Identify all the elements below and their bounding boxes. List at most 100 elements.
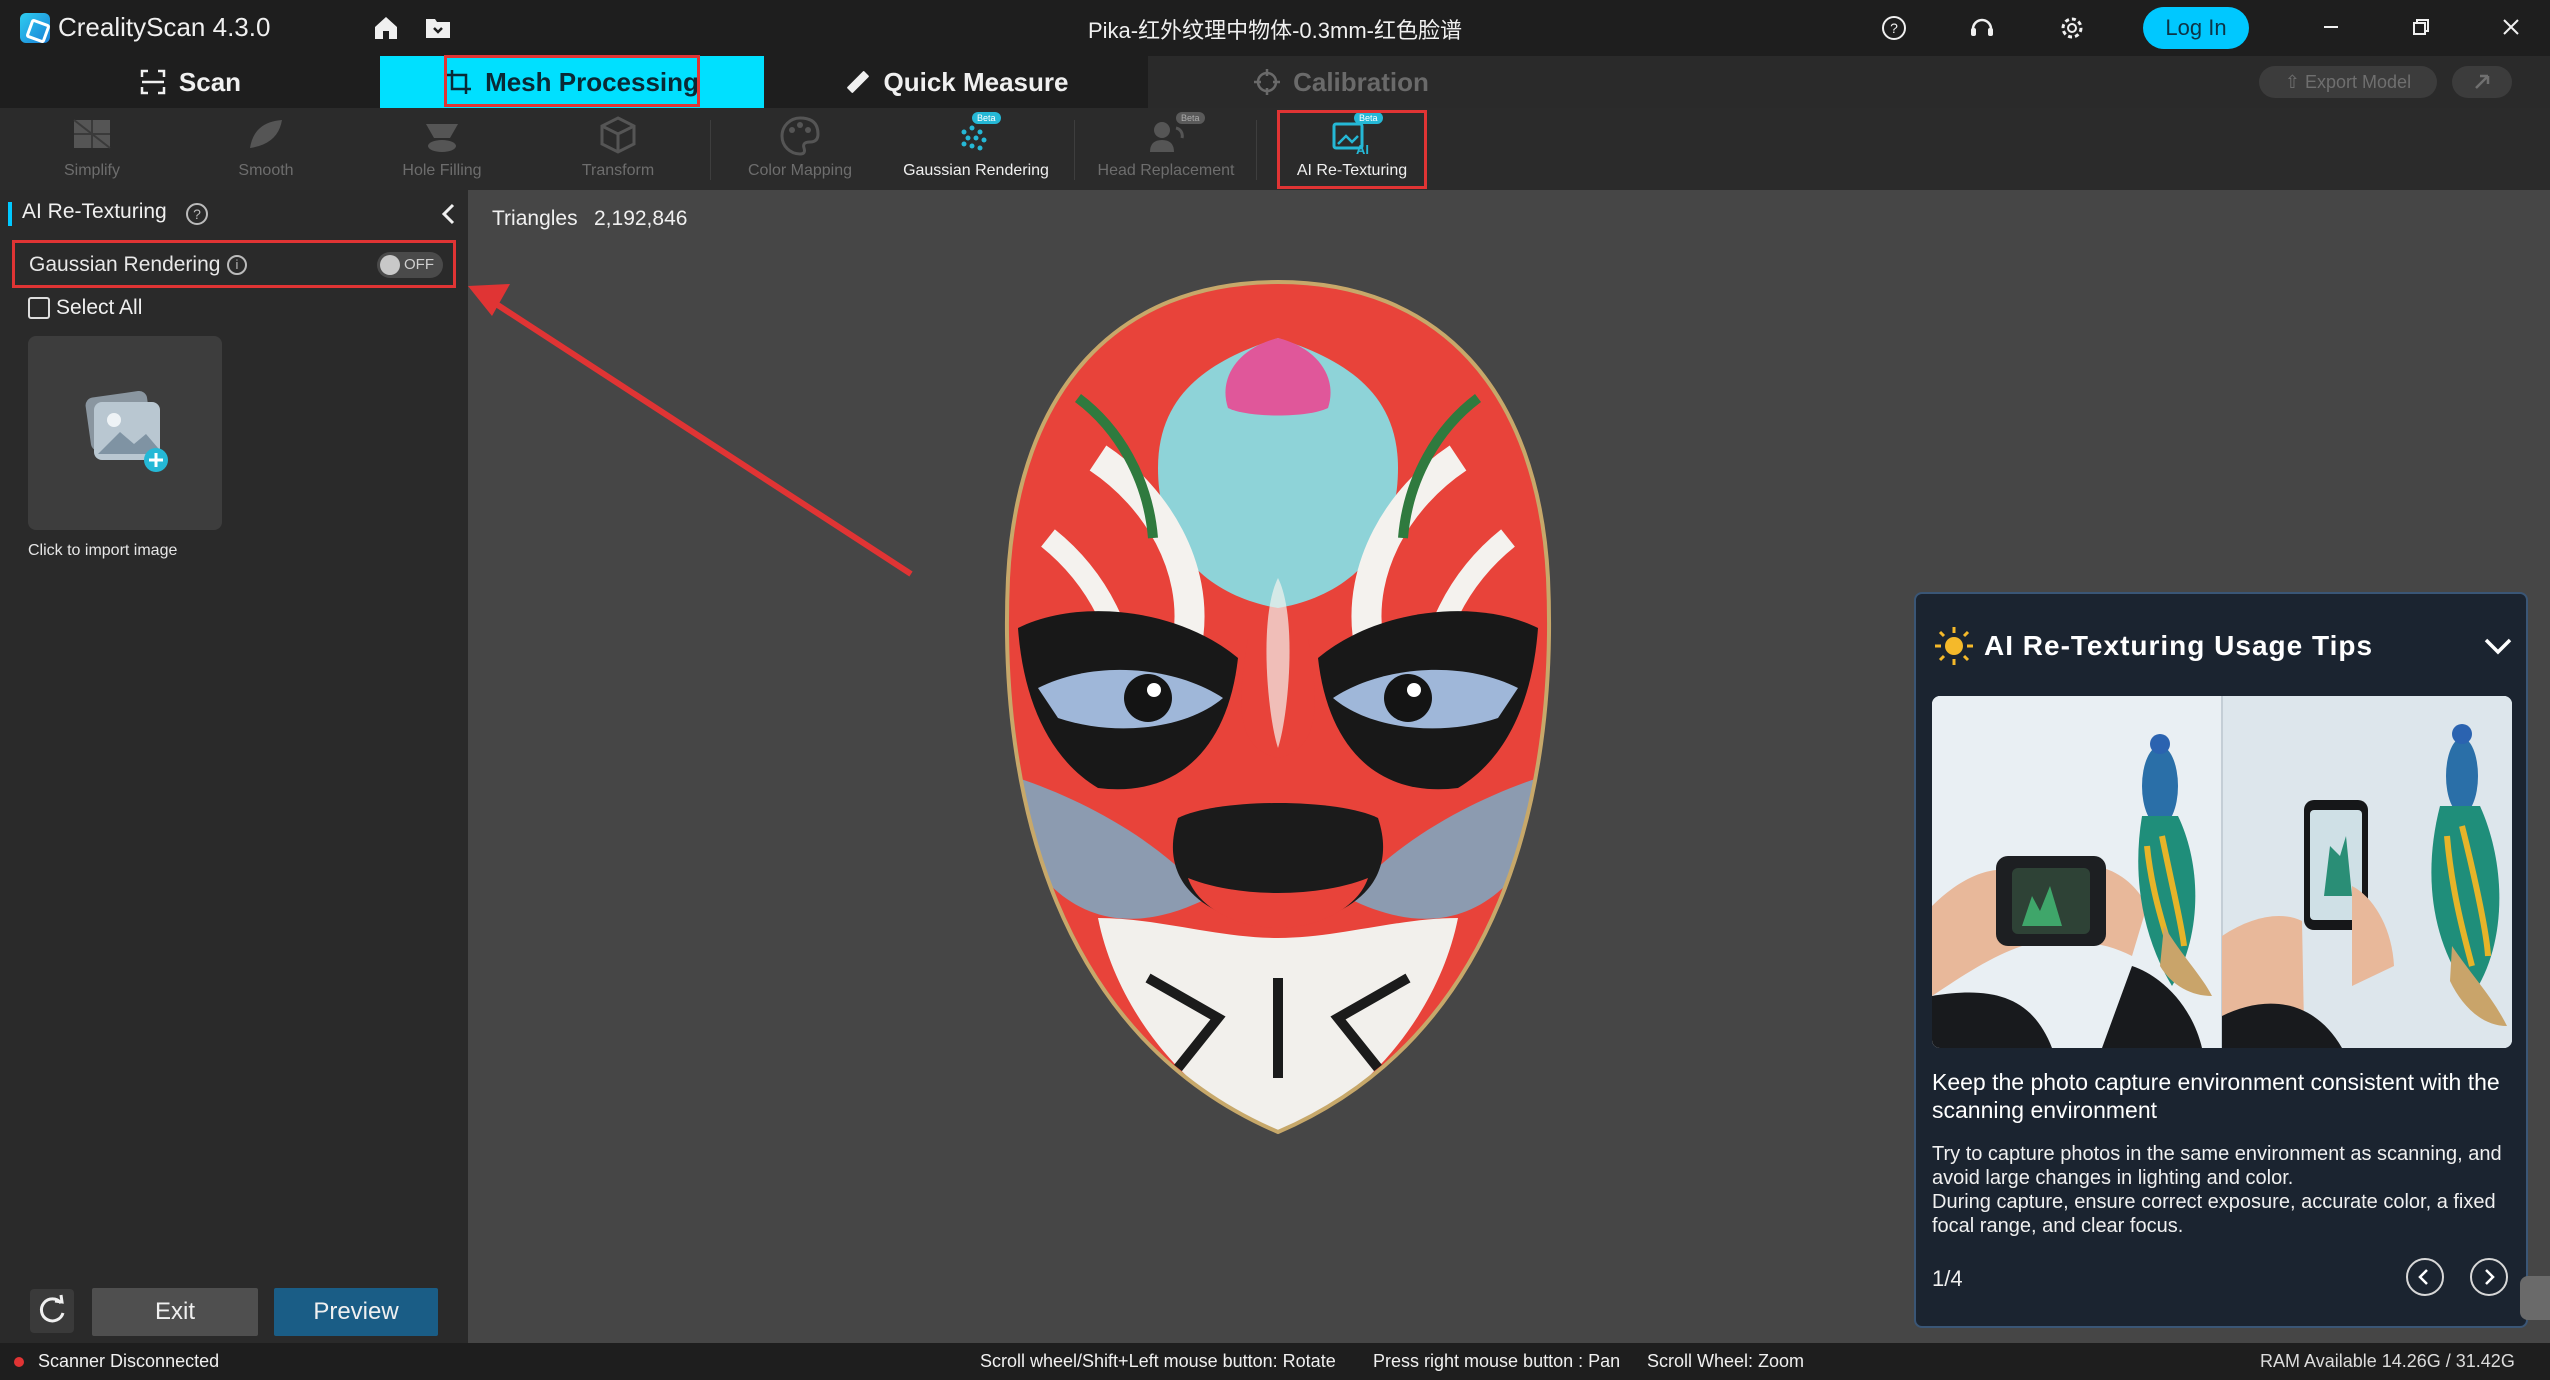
tool-gaussian-rendering-label: Gaussian Rendering [903, 162, 1049, 179]
tips-title: AI Re-Texturing Usage Tips [1984, 630, 2374, 661]
tool-smooth-label: Smooth [238, 162, 294, 179]
help-icon[interactable]: ? [186, 203, 208, 225]
chevron-down-icon[interactable] [2482, 632, 2514, 665]
image-add-icon [85, 390, 168, 472]
crop-icon [447, 70, 472, 94]
side-drawer-handle[interactable] [2520, 1276, 2550, 1320]
minimize-icon[interactable] [2316, 12, 2346, 42]
hint-rotate: Scroll wheel/Shift+Left mouse button: Ro… [980, 1351, 1336, 1371]
tab-mesh-processing-label: Mesh Processing [485, 66, 699, 97]
scanner-status: Scanner Disconnected [38, 1351, 220, 1371]
app-window: CrealityScan 4.3.0 Pika-红外纹理中物体-0.3mm-红色… [0, 0, 2550, 1380]
tips-body: Try to capture photos in the same enviro… [1932, 1142, 2512, 1238]
preview-button[interactable]: Preview [274, 1288, 438, 1336]
tool-simplify[interactable]: Simplify [12, 108, 172, 190]
tool-transform-label: Transform [581, 162, 655, 179]
gaussian-rendering-row: Gaussian Rendering i OFF [12, 240, 456, 288]
scan-icon [140, 69, 166, 95]
tips-heading: Keep the photo capture environment consi… [1932, 1069, 2500, 1123]
share-button[interactable] [2452, 66, 2512, 98]
select-all-label: Select All [56, 296, 143, 319]
tool-highlight-box [1277, 110, 1427, 189]
tool-hole-filling[interactable]: Hole Filling [362, 108, 522, 190]
left-panel: AI Re-Texturing ? Gaussian Rendering i O… [0, 190, 468, 1343]
tips-body-line-1: Try to capture photos in the same enviro… [1932, 1143, 2502, 1189]
settings-icon[interactable] [2058, 14, 2086, 42]
export-model-button[interactable]: ⇧ Export Model [2259, 66, 2437, 98]
tool-head-replacement[interactable]: Beta Head Replacement [1086, 108, 1246, 190]
gaussian-rendering-toggle[interactable]: OFF [377, 252, 443, 278]
status-indicator-dot [14, 1357, 24, 1367]
exit-button[interactable]: Exit [92, 1288, 258, 1336]
tab-scan[interactable]: Scan [0, 56, 380, 108]
tool-bar: Simplify Smooth Hole Filling Transform C… [0, 108, 2550, 190]
title-bar: CrealityScan 4.3.0 Pika-红外纹理中物体-0.3mm-红色… [0, 0, 2550, 56]
toggle-state: OFF [404, 256, 434, 273]
tool-transform[interactable]: Transform [538, 108, 698, 190]
folder-icon[interactable] [424, 14, 452, 42]
tips-next-button[interactable] [2470, 1258, 2508, 1296]
tool-color-mapping[interactable]: Color Mapping [720, 108, 880, 190]
tab-quick-measure[interactable]: Quick Measure [764, 56, 1148, 108]
chevron-left-icon [2418, 1269, 2428, 1285]
import-image-card[interactable] [28, 336, 222, 530]
tool-simplify-label: Simplify [63, 162, 120, 179]
tab-calibration[interactable]: Calibration [1148, 56, 1534, 108]
sun-icon [1932, 624, 1976, 673]
tips-illustration [1932, 696, 2512, 1048]
tool-smooth[interactable]: Smooth [186, 108, 346, 190]
panel-title: AI Re-Texturing [22, 200, 167, 223]
tool-head-replacement-label: Head Replacement [1097, 162, 1235, 179]
tab-calibration-label: Calibration [1293, 66, 1429, 97]
ram-available: RAM Available 14.26G / 31.42G [2260, 1351, 2515, 1371]
help-icon[interactable]: ? [1880, 14, 1908, 42]
panel-accent-bar [8, 202, 12, 226]
tab-scan-label: Scan [178, 66, 242, 97]
select-all-row[interactable]: Select All [28, 296, 142, 320]
info-icon[interactable]: i [227, 255, 247, 275]
status-bar: Scanner Disconnected Scroll wheel/Shift+… [0, 1343, 2550, 1380]
app-logo-icon [20, 13, 50, 43]
login-button[interactable]: Log In [2143, 7, 2249, 49]
restore-icon[interactable] [2406, 12, 2436, 42]
hint-zoom: Scroll Wheel: Zoom [1647, 1351, 1805, 1371]
import-image-label: Click to import image [28, 542, 178, 559]
tips-prev-button[interactable] [2406, 1258, 2444, 1296]
tool-separator [1256, 120, 1257, 180]
export-model-label: Export Model [2305, 72, 2412, 92]
hint-pan: Press right mouse button : Pan [1373, 1351, 1621, 1371]
tab-quick-measure-label: Quick Measure [883, 66, 1069, 97]
refresh-button[interactable] [30, 1289, 74, 1333]
home-icon[interactable] [372, 14, 400, 42]
close-icon[interactable] [2496, 12, 2526, 42]
refresh-icon [39, 1294, 65, 1323]
transform-icon [600, 116, 636, 154]
beta-badge: Beta [972, 112, 1001, 124]
chevron-left-icon[interactable] [438, 202, 460, 231]
smooth-icon [250, 120, 282, 148]
svg-text:?: ? [1890, 20, 1898, 36]
select-all-checkbox[interactable] [28, 297, 50, 319]
annotation-arrow [468, 284, 913, 577]
tool-hole-filling-label: Hole Filling [402, 162, 482, 179]
hole-filling-icon [426, 124, 458, 152]
tool-separator [710, 120, 711, 180]
beta-badge: Beta [1176, 112, 1205, 124]
app-name: CrealityScan 4.3.0 [58, 12, 271, 42]
crosshair-icon [1254, 69, 1281, 95]
opera-mask-model [1004, 279, 1552, 1135]
tab-mesh-processing[interactable]: Mesh Processing [380, 56, 764, 108]
tips-body-line-2: During capture, ensure correct exposure,… [1932, 1191, 2496, 1237]
support-icon[interactable] [1968, 14, 1996, 42]
share-icon [2475, 74, 2490, 89]
tips-page-indicator: 1/4 [1932, 1266, 1963, 1291]
toggle-knob [380, 255, 400, 275]
main-tabs: Scan Mesh Processing Quick Measure Calib… [0, 56, 2550, 108]
simplify-icon [73, 119, 111, 149]
export-icon: ⇧ [2284, 72, 2306, 92]
tool-separator [1074, 120, 1075, 180]
document-title: Pika-红外纹理中物体-0.3mm-红色脸谱 [1087, 18, 1462, 43]
panel-header: AI Re-Texturing ? [0, 190, 468, 238]
tool-gaussian-rendering[interactable]: Beta Gaussian Rendering [896, 108, 1056, 190]
usage-tips-panel: AI Re-Texturing Usage Tips Keep the phot… [1914, 592, 2528, 1328]
